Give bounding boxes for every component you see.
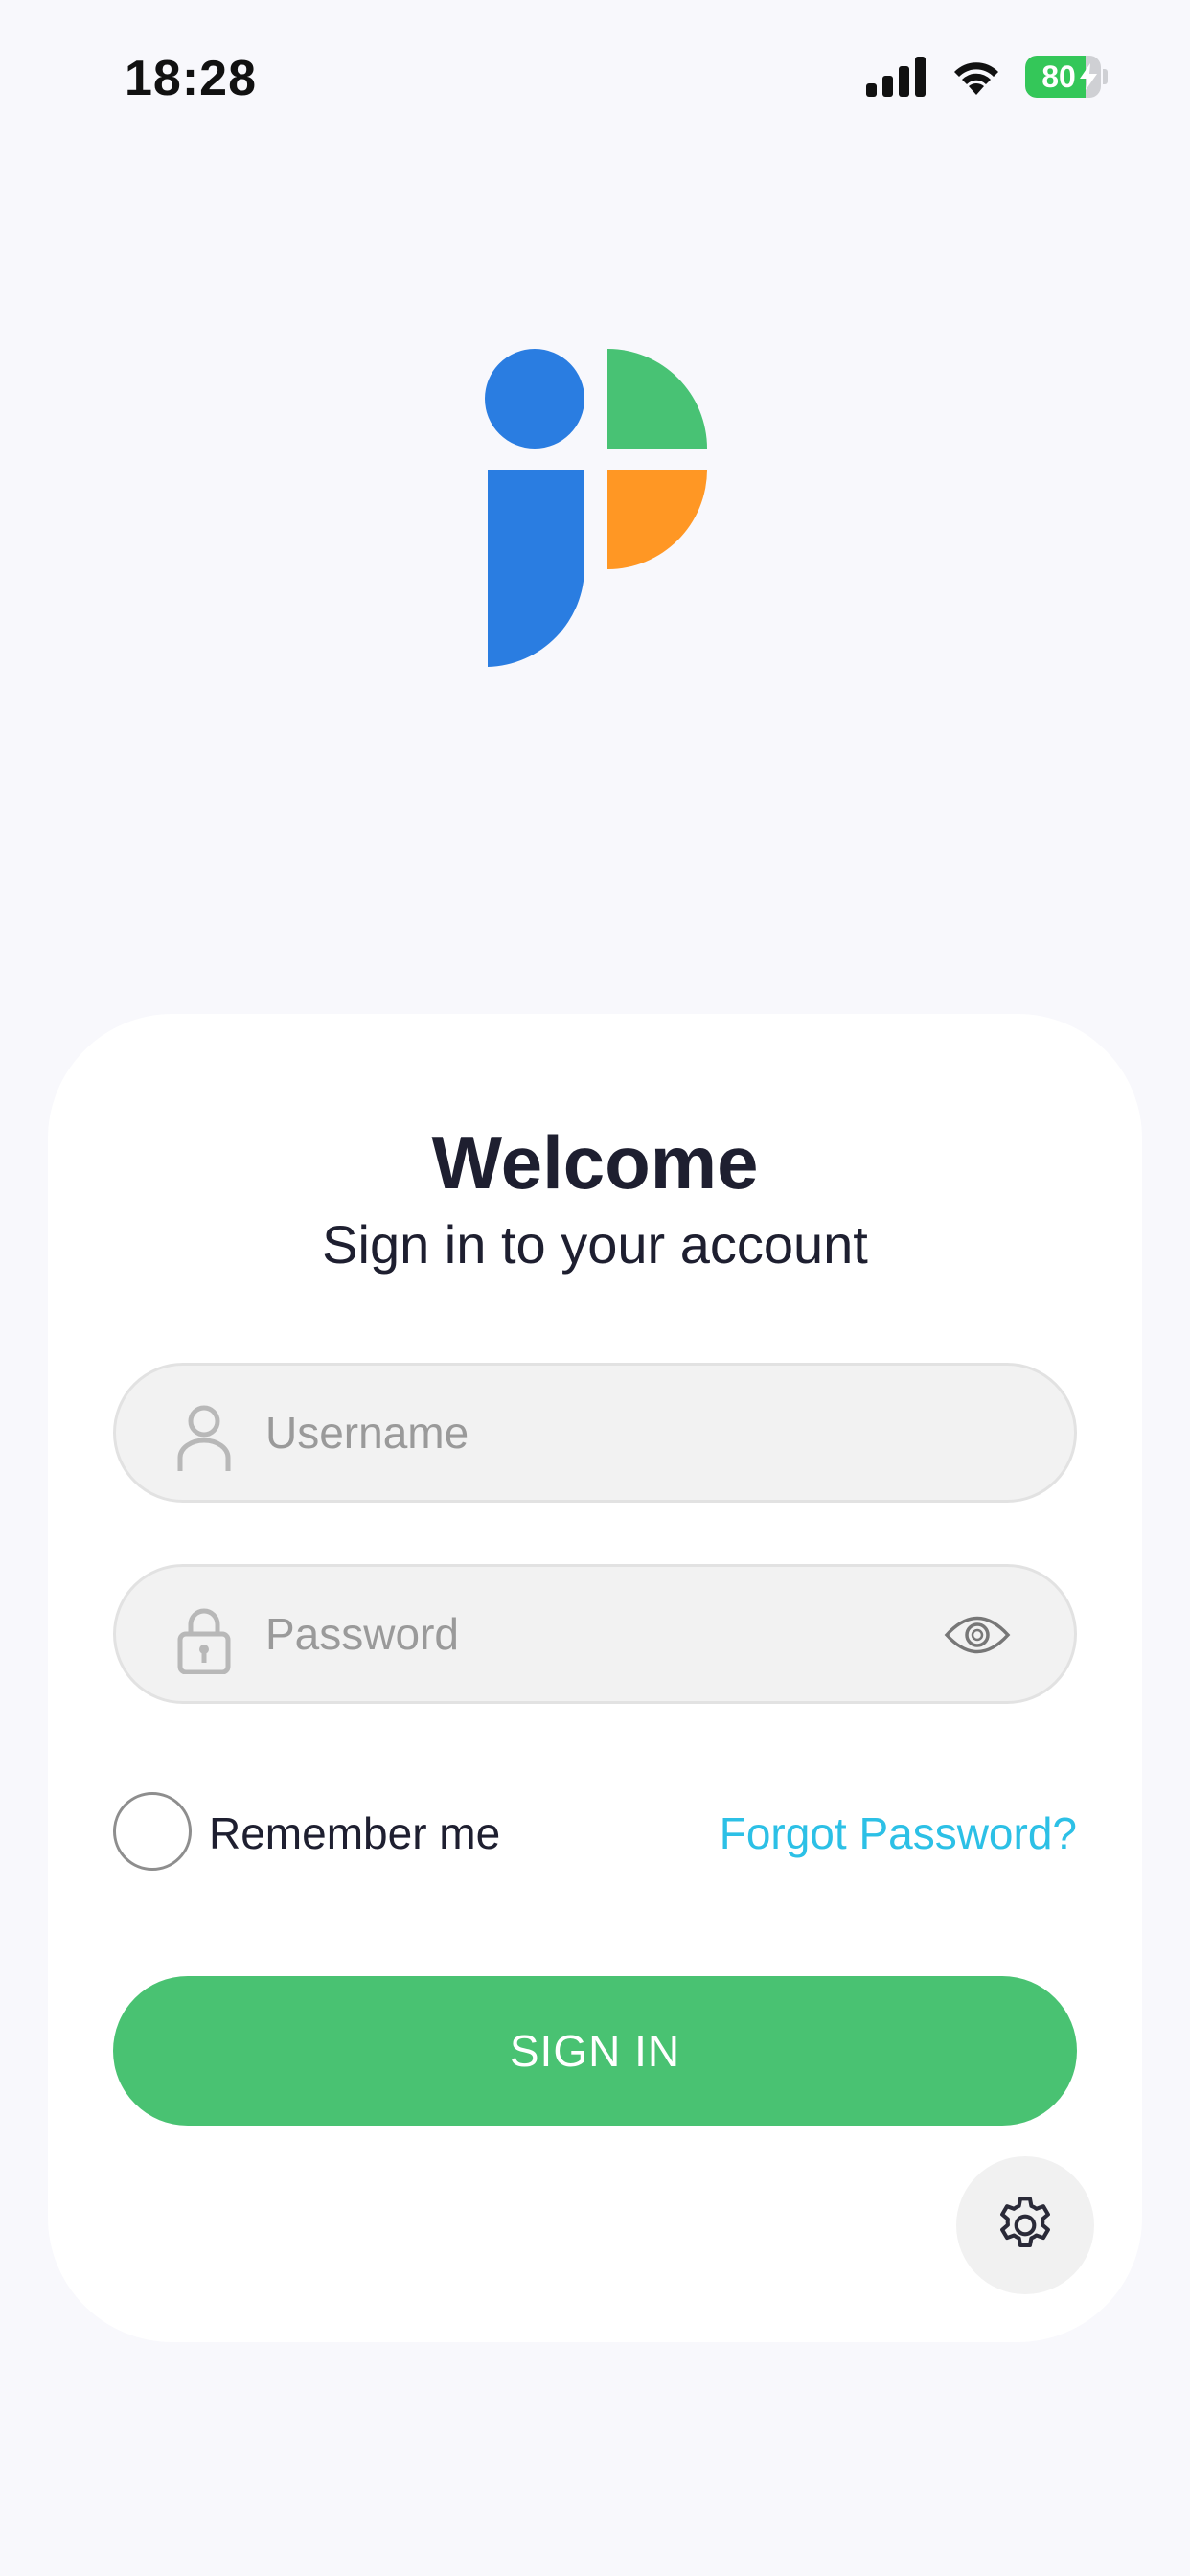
battery-body: 80 <box>1025 56 1102 98</box>
wifi-icon <box>954 62 998 95</box>
charging-bolt-icon <box>1080 63 1098 90</box>
status-icons: 80 <box>866 56 1108 98</box>
status-time: 18:28 <box>125 51 257 106</box>
user-icon <box>177 1405 231 1471</box>
eye-icon[interactable] <box>944 1613 1011 1657</box>
welcome-title: Welcome <box>431 1120 759 1205</box>
password-input[interactable] <box>265 1567 936 1701</box>
cellular-signal-icon <box>866 57 926 97</box>
sign-in-button[interactable]: SIGN IN <box>113 1976 1077 2126</box>
welcome-subtitle: Sign in to your account <box>322 1214 868 1275</box>
lock-icon <box>177 1608 231 1674</box>
username-field[interactable] <box>113 1363 1077 1503</box>
settings-button[interactable] <box>956 2156 1094 2294</box>
remember-me-label[interactable]: Remember me <box>209 1807 500 1859</box>
status-bar: 18:28 80 <box>0 0 1190 153</box>
battery-cap <box>1103 69 1108 84</box>
remember-row: Remember me Forgot Password? <box>113 1792 1077 1873</box>
gear-icon <box>1000 2196 1050 2248</box>
username-input[interactable] <box>265 1366 936 1500</box>
password-field[interactable] <box>113 1564 1077 1704</box>
battery-indicator: 80 <box>1025 56 1108 98</box>
app-logo <box>485 349 707 667</box>
sign-in-card: Welcome Sign in to your account Remember… <box>48 1014 1142 2342</box>
remember-me-radio[interactable] <box>113 1792 192 1871</box>
forgot-password-link[interactable]: Forgot Password? <box>720 1807 1077 1859</box>
